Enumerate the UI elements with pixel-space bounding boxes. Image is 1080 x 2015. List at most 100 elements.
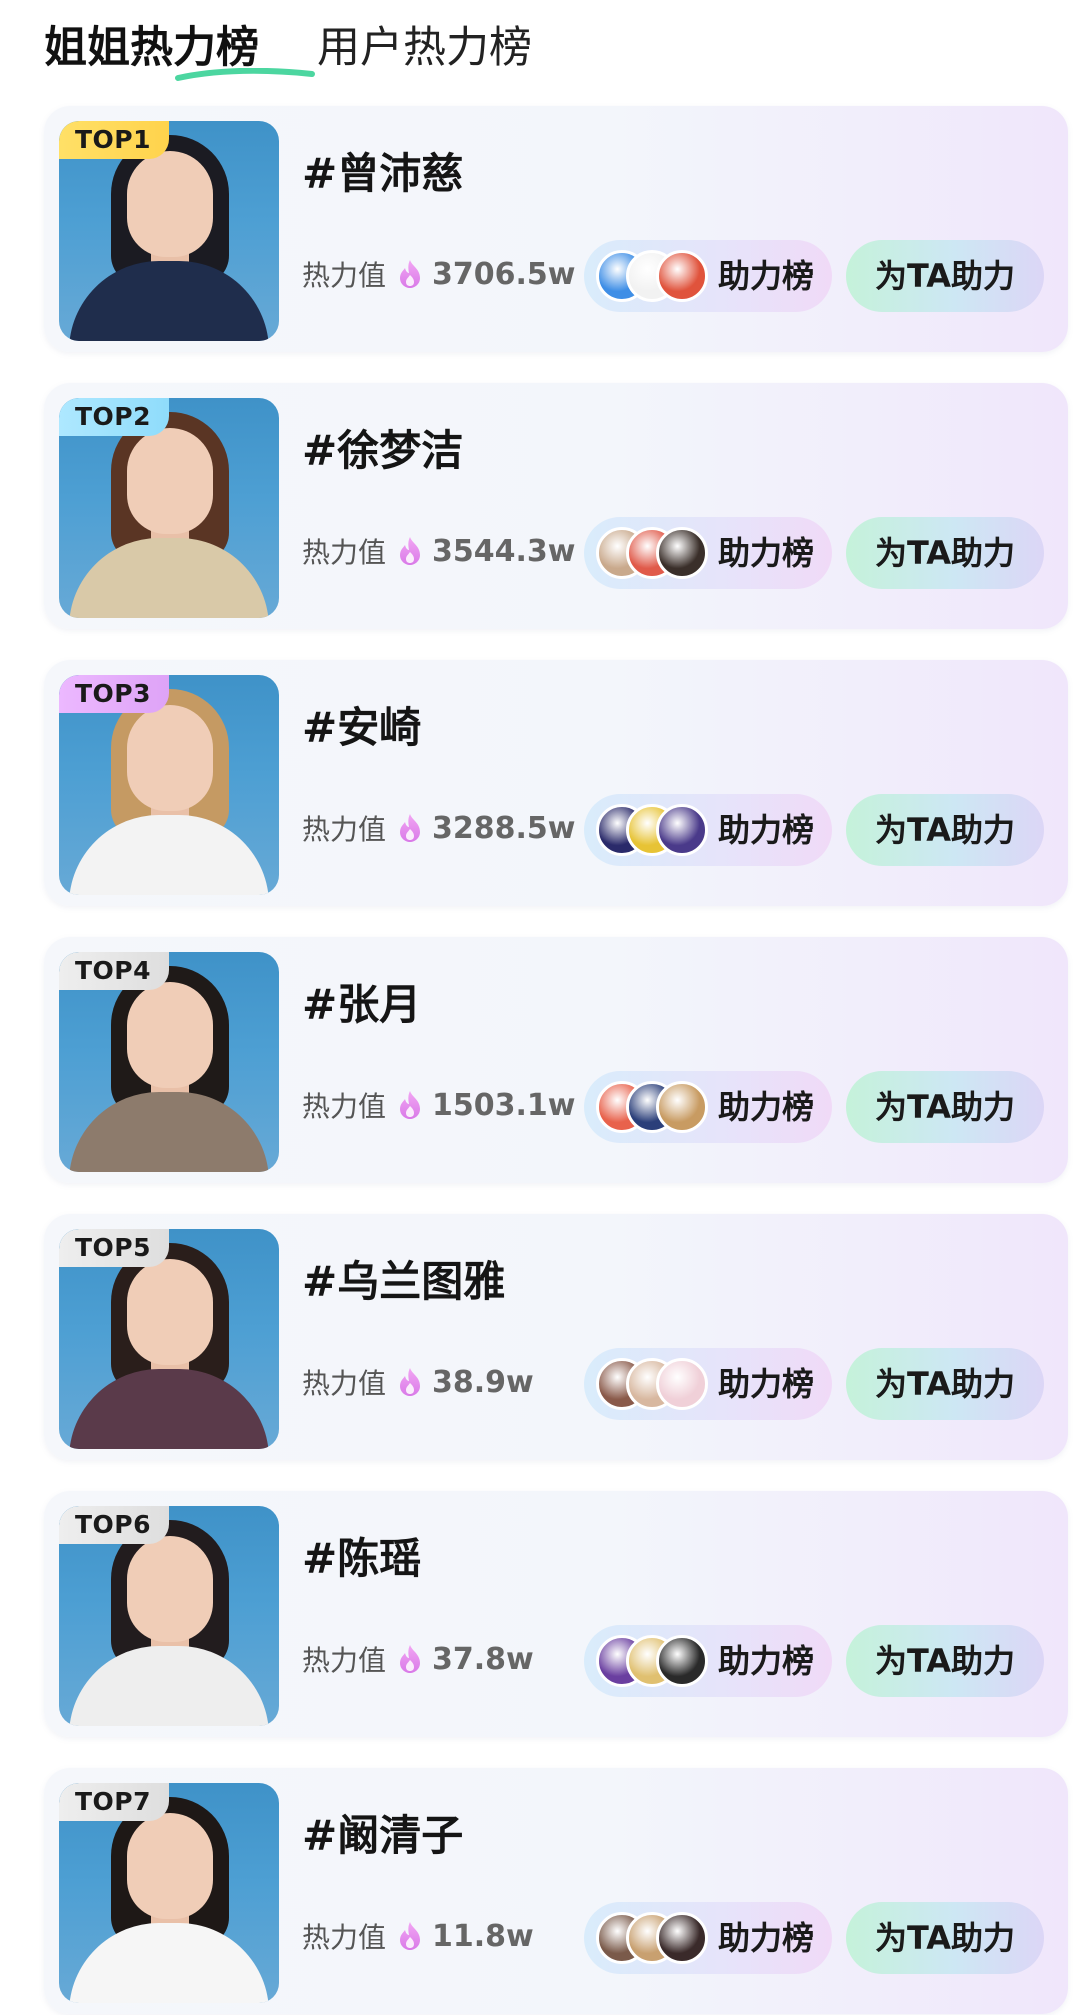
heat-value-row: 热力值 37.8w [302, 1639, 534, 1679]
heat-value-row: 热力值 3706.5w [302, 254, 576, 294]
rank-badge: TOP4 [59, 952, 170, 990]
support-ta-button[interactable]: 为TA助力 [846, 1071, 1044, 1143]
rank-badge: TOP2 [59, 398, 170, 436]
heat-label: 热力值 [302, 1090, 387, 1123]
photo-face [127, 705, 213, 811]
photo-face [127, 1813, 213, 1919]
heat-label: 热力值 [302, 536, 387, 569]
photo-outfit [69, 1923, 269, 2003]
tab-label: 用户热力榜 [317, 23, 532, 73]
flame-icon [394, 1089, 426, 1121]
support-rank-label: 助力榜 [718, 1919, 815, 1957]
heat-label: 热力值 [302, 1644, 387, 1677]
rank-card[interactable]: TOP4 #张月 热力值 1503.1w 助力榜 为TA助力 [44, 937, 1068, 1183]
flame-icon [394, 1643, 426, 1675]
supporter-avatar [656, 250, 708, 302]
rank-card[interactable]: TOP1 #曾沛慈 热力值 3706.5w 助力榜 为TA助力 [44, 106, 1068, 352]
support-rank-button[interactable]: 助力榜 [584, 240, 832, 312]
supporter-avatars [596, 527, 712, 579]
support-rank-button[interactable]: 助力榜 [584, 1071, 832, 1143]
celebrity-photo[interactable]: TOP1 [59, 121, 279, 341]
support-ta-button[interactable]: 为TA助力 [846, 1625, 1044, 1697]
support-rank-button[interactable]: 助力榜 [584, 1625, 832, 1697]
celebrity-photo[interactable]: TOP7 [59, 1783, 279, 2003]
heat-label: 热力值 [302, 1921, 387, 1954]
supporter-avatar [656, 1081, 708, 1133]
flame-icon [394, 1920, 426, 1952]
support-ta-button[interactable]: 为TA助力 [846, 240, 1044, 312]
heat-value: 3288.5w [432, 810, 576, 846]
tab-user-heat-rank[interactable]: 用户热力榜 [317, 20, 532, 76]
flame-icon [394, 258, 426, 290]
rank-card[interactable]: TOP2 #徐梦洁 热力值 3544.3w 助力榜 为TA助力 [44, 383, 1068, 629]
heat-value-row: 热力值 1503.1w [302, 1085, 576, 1125]
rank-list: TOP1 #曾沛慈 热力值 3706.5w 助力榜 为TA助力 TOP2 #徐梦… [44, 106, 1070, 2015]
rank-badge: TOP1 [59, 121, 170, 159]
celebrity-photo[interactable]: TOP6 [59, 1506, 279, 1726]
heat-label: 热力值 [302, 259, 387, 292]
celebrity-photo[interactable]: TOP5 [59, 1229, 279, 1449]
tab-sister-heat-rank[interactable]: 姐姐热力榜 [44, 20, 315, 81]
support-ta-button[interactable]: 为TA助力 [846, 1902, 1044, 1974]
celebrity-name[interactable]: #安崎 [302, 700, 421, 756]
tab-active-underline [174, 68, 316, 82]
supporter-avatars [596, 1912, 712, 1964]
support-rank-button[interactable]: 助力榜 [584, 794, 832, 866]
celebrity-name[interactable]: #陈瑶 [302, 1531, 421, 1587]
photo-face [127, 151, 213, 257]
celebrity-name[interactable]: #徐梦洁 [302, 423, 463, 479]
heat-value: 11.8w [432, 1918, 534, 1954]
support-rank-label: 助力榜 [718, 1365, 815, 1403]
rank-badge: TOP7 [59, 1783, 170, 1821]
heat-value: 3706.5w [432, 256, 576, 292]
celebrity-photo[interactable]: TOP4 [59, 952, 279, 1172]
heat-value-row: 热力值 3544.3w [302, 531, 576, 571]
rank-card[interactable]: TOP3 #安崎 热力值 3288.5w 助力榜 为TA助力 [44, 660, 1068, 906]
heat-value: 37.8w [432, 1641, 534, 1677]
celebrity-name[interactable]: #曾沛慈 [302, 146, 463, 202]
heat-value: 3544.3w [432, 533, 576, 569]
heat-value-row: 热力值 11.8w [302, 1916, 534, 1956]
supporter-avatars [596, 1635, 712, 1687]
support-rank-button[interactable]: 助力榜 [584, 517, 832, 589]
celebrity-photo[interactable]: TOP2 [59, 398, 279, 618]
photo-outfit [69, 815, 269, 895]
supporter-avatars [596, 250, 712, 302]
heat-label: 热力值 [302, 813, 387, 846]
support-ta-button[interactable]: 为TA助力 [846, 1348, 1044, 1420]
tab-bar: 姐姐热力榜 用户热力榜 [44, 18, 590, 81]
support-rank-label: 助力榜 [718, 811, 815, 849]
celebrity-name[interactable]: #阚清子 [302, 1808, 463, 1864]
support-rank-label: 助力榜 [718, 1088, 815, 1126]
heat-value: 38.9w [432, 1364, 534, 1400]
supporter-avatar [656, 1635, 708, 1687]
supporter-avatars [596, 1081, 712, 1133]
photo-outfit [69, 1646, 269, 1726]
photo-outfit [69, 1369, 269, 1449]
support-rank-button[interactable]: 助力榜 [584, 1348, 832, 1420]
supporter-avatar [656, 1912, 708, 1964]
flame-icon [394, 1366, 426, 1398]
rank-card[interactable]: TOP6 #陈瑶 热力值 37.8w 助力榜 为TA助力 [44, 1491, 1068, 1737]
rank-card[interactable]: TOP5 #乌兰图雅 热力值 38.9w 助力榜 为TA助力 [44, 1214, 1068, 1460]
celebrity-photo[interactable]: TOP3 [59, 675, 279, 895]
celebrity-name[interactable]: #乌兰图雅 [302, 1254, 505, 1310]
heat-value: 1503.1w [432, 1087, 576, 1123]
heat-label: 热力值 [302, 1367, 387, 1400]
photo-face [127, 982, 213, 1088]
supporter-avatar [656, 527, 708, 579]
support-ta-button[interactable]: 为TA助力 [846, 517, 1044, 589]
support-ta-button[interactable]: 为TA助力 [846, 794, 1044, 866]
celebrity-name[interactable]: #张月 [302, 977, 421, 1033]
supporter-avatars [596, 804, 712, 856]
rank-card[interactable]: TOP7 #阚清子 热力值 11.8w 助力榜 为TA助力 [44, 1768, 1068, 2014]
supporter-avatar [656, 1358, 708, 1410]
flame-icon [394, 535, 426, 567]
photo-face [127, 428, 213, 534]
support-rank-button[interactable]: 助力榜 [584, 1902, 832, 1974]
tab-label: 姐姐热力榜 [44, 23, 259, 73]
supporter-avatar [656, 804, 708, 856]
supporter-avatars [596, 1358, 712, 1410]
heat-value-row: 热力值 38.9w [302, 1362, 534, 1402]
heat-value-row: 热力值 3288.5w [302, 808, 576, 848]
